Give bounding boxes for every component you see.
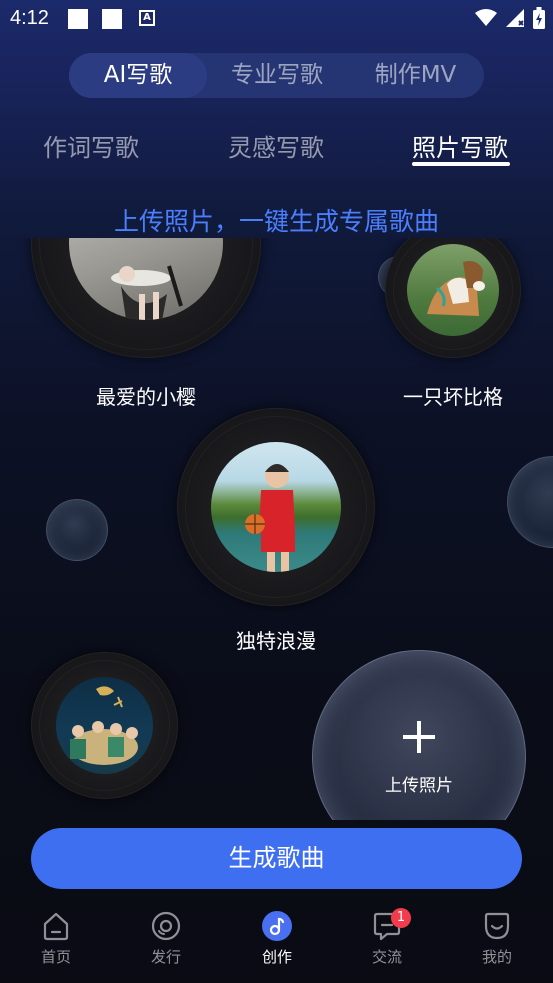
tab-ai-write[interactable]: AI写歌: [69, 53, 207, 98]
upload-photo-button[interactable]: 上传照片: [312, 650, 526, 820]
record-disc[interactable]: [31, 652, 178, 799]
record-title: 一只坏比格: [403, 385, 503, 409]
status-time: 4:12: [10, 7, 49, 29]
decorative-bubble: [46, 499, 108, 561]
active-tab-indicator: [412, 162, 510, 166]
status-bar: 4:12 A: [0, 0, 553, 38]
mode-tabs: AI写歌 专业写歌 制作MV: [69, 53, 484, 98]
photo-records-area: 最爱的小樱 一只坏比格 独特浪漫 上传照片: [0, 238, 553, 820]
record-disc[interactable]: [177, 408, 375, 606]
nav-community[interactable]: 1 交流: [347, 908, 427, 967]
tab-inspiration-write[interactable]: 灵感写歌: [228, 128, 324, 163]
record-cover-photo: [407, 244, 499, 336]
nav-home[interactable]: 首页: [16, 910, 96, 967]
record-cover-photo: [56, 677, 153, 774]
nav-create[interactable]: 创作: [237, 910, 317, 967]
nav-home-label: 首页: [40, 948, 71, 966]
record-disc[interactable]: [31, 238, 261, 358]
girl-photo-icon: [111, 265, 183, 320]
basketball-player-photo-icon: [245, 464, 295, 572]
nav-publish-label: 发行: [150, 948, 181, 966]
disc-icon: [151, 911, 181, 941]
tab-pro-write[interactable]: 专业写歌: [207, 53, 347, 98]
notification-badge: 1: [391, 908, 411, 928]
tab-photo-write[interactable]: 照片写歌: [412, 128, 508, 163]
upload-photo-label: 上传照片: [385, 776, 453, 796]
nav-me[interactable]: 我的: [457, 910, 537, 967]
signal-icon: [506, 9, 524, 27]
music-note-icon: [262, 911, 292, 941]
tab-lyrics-write[interactable]: 作词写歌: [43, 128, 139, 163]
record-cover-photo: [69, 238, 223, 320]
wifi-icon: [475, 9, 497, 26]
notification-icon: [68, 9, 88, 29]
tab-make-mv[interactable]: 制作MV: [347, 53, 484, 98]
bottom-navigation: 首页 发行 创作 1 交流 我的: [0, 900, 553, 983]
record-disc[interactable]: [385, 238, 521, 358]
record-cover-photo: [211, 442, 341, 572]
plus-icon: [403, 721, 435, 753]
beagle-photo-icon: [427, 261, 485, 316]
profile-face-icon: [484, 912, 510, 940]
nav-create-label: 创作: [261, 948, 292, 966]
record-title: 独特浪漫: [236, 629, 316, 653]
system-icons: [475, 6, 545, 30]
generate-song-button[interactable]: 生成歌曲: [31, 828, 522, 889]
group-photo-icon: [70, 686, 138, 765]
home-icon: [43, 912, 69, 941]
nav-publish[interactable]: 发行: [126, 910, 206, 967]
record-title: 最爱的小樱: [96, 385, 196, 409]
decorative-bubble: [507, 456, 553, 548]
page-headline: 上传照片，一键生成专属歌曲: [113, 207, 439, 236]
notification-a-icon: A: [139, 10, 155, 26]
nav-community-label: 交流: [371, 948, 402, 966]
notification-icon: [102, 9, 122, 29]
nav-me-label: 我的: [481, 948, 512, 966]
battery-icon: [533, 7, 545, 29]
